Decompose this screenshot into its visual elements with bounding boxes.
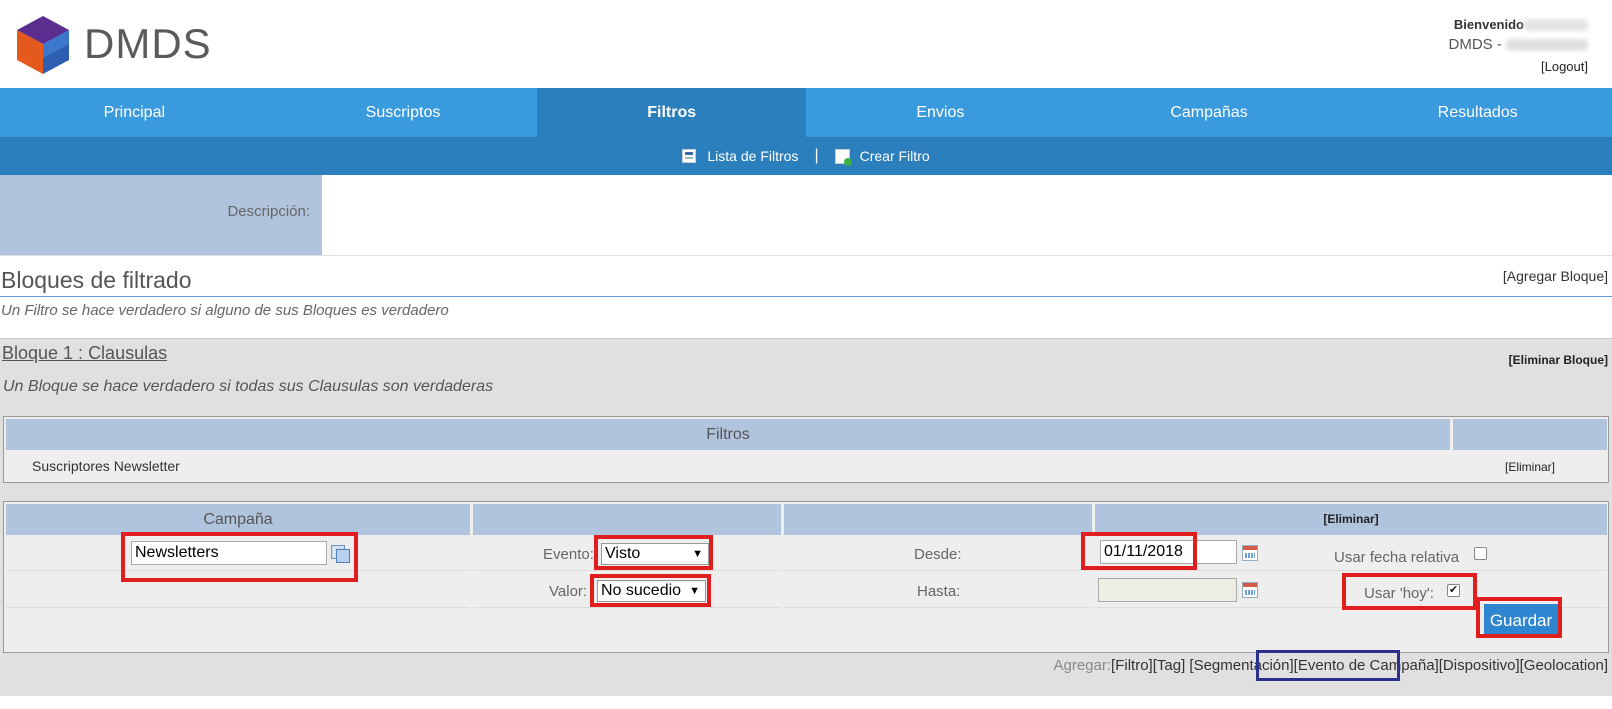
event-highlight — [594, 535, 713, 570]
create-filter-link[interactable]: Crear Filtro — [834, 148, 930, 166]
section-title: Bloques de filtrado — [1, 267, 192, 293]
clause-table: Campaña [Eliminar] Newsletters Evento: V… — [3, 501, 1609, 653]
tab-resultados[interactable]: Resultados — [1343, 88, 1612, 137]
block-subtitle: Un Bloque se hace verdadero si todas sus… — [3, 378, 494, 395]
filter-row-delete-link[interactable]: [Eliminar] — [1453, 452, 1607, 481]
version-prefix: DMDS - — [1448, 36, 1502, 53]
add-tag-link[interactable]: [Tag] — [1153, 657, 1186, 674]
tab-filtros[interactable]: Filtros — [537, 88, 807, 137]
filter-row-name: Suscriptores Newsletter — [6, 452, 1450, 481]
list-icon — [682, 149, 697, 163]
add-block-link[interactable]: [Agregar Bloque] — [1503, 268, 1608, 284]
calendar-icon[interactable] — [1242, 545, 1258, 561]
save-highlight — [1476, 597, 1562, 638]
list-filters-label: Lista de Filtros — [707, 148, 799, 164]
date-header — [784, 504, 1092, 535]
delete-block-link[interactable]: [Eliminar Bloque] — [1509, 353, 1608, 367]
divider — [0, 255, 1612, 256]
user-area: Bienvenido DMDS - [Logout] — [1448, 16, 1588, 74]
filters-header-actions — [1453, 419, 1607, 450]
use-today-highlight — [1342, 573, 1477, 610]
create-filter-label: Crear Filtro — [859, 148, 930, 164]
calendar-icon[interactable] — [1242, 582, 1258, 598]
add-geolocation-link[interactable]: [Geolocation] — [1520, 657, 1608, 674]
add-device-link[interactable]: [Dispositivo] — [1439, 657, 1520, 674]
new-document-icon — [834, 148, 852, 166]
campaign-event-highlight — [1256, 650, 1400, 681]
tab-suscriptos[interactable]: Suscriptos — [269, 88, 538, 137]
list-filters-link[interactable]: Lista de Filtros — [682, 148, 798, 164]
value-label: Valor: — [549, 583, 588, 600]
tab-envios[interactable]: Envios — [806, 88, 1075, 137]
filters-table: Filtros Suscriptores Newsletter [Elimina… — [3, 416, 1609, 483]
logout-link[interactable]: [Logout] — [1449, 59, 1588, 74]
campaign-highlight — [121, 532, 358, 582]
relative-date-label: Usar fecha relativa — [1334, 549, 1460, 566]
description-label: Descripción: — [227, 203, 310, 220]
app-header: DMDS Bienvenido DMDS - [Logout] — [0, 0, 1612, 88]
dmds-cube-logo — [17, 16, 69, 74]
relative-date-checkbox[interactable] — [1474, 547, 1487, 560]
campaign-header: Campaña — [6, 504, 470, 535]
add-filter-link[interactable]: [Filtro] — [1111, 657, 1153, 674]
main-nav: Principal Suscriptos Filtros Envios Camp… — [0, 88, 1612, 137]
block-title[interactable]: Bloque 1 : Clausulas — [2, 343, 167, 364]
subnav-separator: | — [814, 147, 819, 164]
from-date-highlight — [1081, 532, 1197, 570]
blurred-username — [1524, 19, 1588, 32]
description-label-cell: Descripción: — [0, 175, 322, 255]
sub-nav: Lista de Filtros | Crear Filtro — [0, 137, 1612, 175]
welcome-text: Bienvenido — [1453, 17, 1524, 32]
from-label: Desde: — [914, 546, 962, 563]
description-field[interactable] — [322, 175, 1612, 255]
to-date-input[interactable] — [1098, 578, 1237, 602]
event-header — [473, 504, 781, 535]
logo-text: DMDS — [84, 20, 212, 67]
block-panel: Bloque 1 : Clausulas [Eliminar Bloque] U… — [0, 338, 1612, 696]
filters-header: Filtros — [6, 419, 1450, 450]
add-prefix: Agregar: — [1053, 657, 1112, 674]
value-highlight — [590, 574, 711, 607]
blurred-version — [1506, 39, 1588, 52]
to-label: Hasta: — [917, 583, 961, 600]
tab-principal[interactable]: Principal — [0, 88, 269, 137]
event-label: Evento: — [543, 546, 594, 563]
tab-campanas[interactable]: Campañas — [1075, 88, 1344, 137]
section-divider — [0, 296, 1612, 297]
section-subtitle: Un Filtro se hace verdadero si alguno de… — [1, 302, 449, 319]
clause-delete-link[interactable]: [Eliminar] — [1095, 504, 1607, 535]
